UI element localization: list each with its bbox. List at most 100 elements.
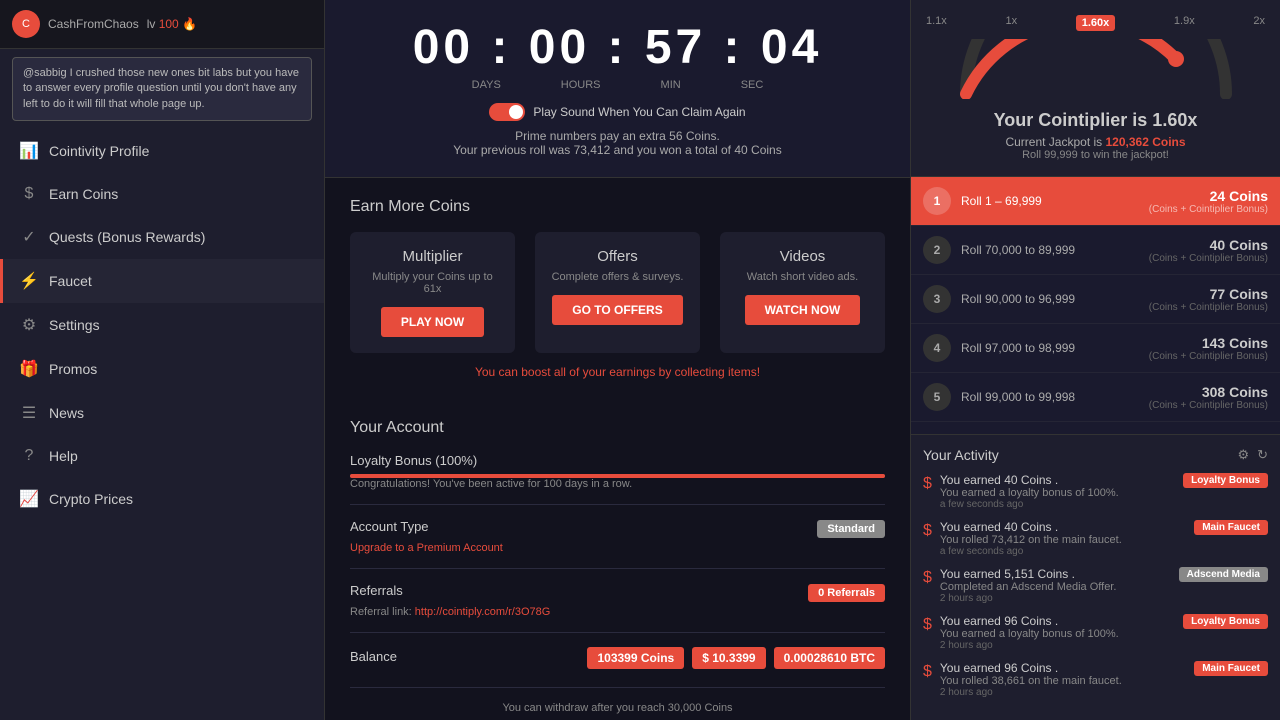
filter-icon[interactable]: ⚙ — [1237, 447, 1249, 463]
timer-seconds: 04 — [761, 21, 822, 74]
activity-text-4: You earned 96 Coins . You earned a loyal… — [940, 614, 1175, 651]
withdraw-note: You can withdraw after you reach 30,000 … — [350, 702, 885, 714]
roll-coins-val-1: 24 Coins — [1149, 188, 1268, 204]
label-min: MIN — [661, 79, 681, 91]
roll-coins-sub-3: (Coins + Cointiplier Bonus) — [1149, 302, 1268, 313]
play-now-button[interactable]: PLAY NOW — [381, 307, 484, 337]
account-type-title: Account Type — [350, 519, 429, 534]
activity-item-3: $ You earned 5,151 Coins . Completed an … — [923, 567, 1268, 604]
nav-label-cointivity: Cointivity Profile — [49, 143, 149, 159]
nav-label-faucet: Faucet — [49, 273, 92, 289]
gauge-label-2: 1x — [1005, 15, 1017, 31]
gift-icon: 🎁 — [19, 359, 39, 379]
loyalty-row: Loyalty Bonus (100%) Congratulations! Yo… — [350, 453, 885, 505]
activity-time-4: 2 hours ago — [940, 640, 1175, 651]
gauge-label-text: Your Cointiplier is 1.60x — [926, 110, 1265, 131]
sidebar-item-quests[interactable]: ✓ Quests (Bonus Rewards) — [0, 215, 324, 259]
roll-coins-2: 40 Coins (Coins + Cointiplier Bonus) — [1149, 237, 1268, 264]
sidebar-item-earn[interactable]: $ Earn Coins — [0, 173, 324, 215]
balance-row: Balance 103399 Coins $ 10.3399 0.0002861… — [350, 647, 885, 688]
offers-desc: Complete offers & surveys. — [551, 271, 684, 283]
roll-coins-sub-2: (Coins + Cointiplier Bonus) — [1149, 253, 1268, 264]
sidebar-item-crypto[interactable]: 📈 Crypto Prices — [0, 477, 324, 521]
gear-icon: ⚙ — [19, 315, 39, 335]
activity-text-1: You earned 40 Coins . You earned a loyal… — [940, 473, 1175, 510]
timer-section: 00 : 00 : 57 : 04 DAYS HOURS MIN SEC Pla… — [325, 0, 910, 178]
activity-text-5: You earned 96 Coins . You rolled 38,661 … — [940, 661, 1186, 698]
activity-main-4: You earned 96 Coins . — [940, 614, 1175, 628]
account-section: Your Account Loyalty Bonus (100%) Congra… — [325, 399, 910, 720]
balance-usd: $ 10.3399 — [692, 647, 765, 669]
sidebar-item-promos[interactable]: 🎁 Promos — [0, 347, 324, 391]
referral-url[interactable]: http://cointiply.com/r/3O78G — [415, 606, 551, 618]
jackpot-info: Current Jackpot is 120,362 Coins — [926, 135, 1265, 149]
timer-minutes: 57 — [645, 21, 706, 74]
dollar-activity-icon-4: $ — [923, 616, 932, 651]
account-type-badge: Standard — [817, 520, 885, 538]
upgrade-link[interactable]: Upgrade to a Premium Account — [350, 542, 885, 554]
label-hours: HOURS — [561, 79, 601, 91]
roll-coins-4: 143 Coins (Coins + Cointiplier Bonus) — [1149, 335, 1268, 362]
roll-coins-val-5: 308 Coins — [1149, 384, 1268, 400]
referral-link[interactable]: Referral link: http://cointiply.com/r/3O… — [350, 606, 885, 618]
faucet-icon: ⚡ — [19, 271, 39, 291]
sidebar-item-cointivity[interactable]: 📊 Cointivity Profile — [0, 129, 324, 173]
activity-desc-5: You rolled 38,661 on the main faucet. — [940, 675, 1186, 687]
roll-row-1: 1 Roll 1 – 69,999 24 Coins (Coins + Coin… — [911, 177, 1280, 226]
roll-row-5: 5 Roll 99,000 to 99,998 308 Coins (Coins… — [911, 373, 1280, 422]
activity-desc-4: You earned a loyalty bonus of 100%. — [940, 628, 1175, 640]
nav-label-news: News — [49, 405, 84, 421]
watch-now-button[interactable]: WATCH NOW — [745, 295, 861, 325]
main-content: 00 : 00 : 57 : 04 DAYS HOURS MIN SEC Pla… — [325, 0, 910, 720]
avatar: C — [12, 10, 40, 38]
roll-row-2: 2 Roll 70,000 to 89,999 40 Coins (Coins … — [911, 226, 1280, 275]
gauge-label-3: 1.9x — [1174, 15, 1195, 31]
nav-label-settings: Settings — [49, 317, 100, 333]
nav-items: 📊 Cointivity Profile $ Earn Coins ✓ Ques… — [0, 129, 324, 720]
activity-badge-3: Adscend Media — [1179, 567, 1268, 582]
timer-days: 00 — [413, 21, 474, 74]
earn-card-multiplier: Multiplier Multiply your Coins up to 61x… — [350, 232, 515, 353]
loyalty-desc: Congratulations! You've been active for … — [350, 478, 885, 490]
roll-range-3: Roll 90,000 to 96,999 — [961, 292, 1149, 306]
account-type-row: Account Type Standard Upgrade to a Premi… — [350, 519, 885, 569]
roll-range-4: Roll 97,000 to 98,999 — [961, 341, 1149, 355]
activity-item-4: $ You earned 96 Coins . You earned a loy… — [923, 614, 1268, 651]
sidebar-item-settings[interactable]: ⚙ Settings — [0, 303, 324, 347]
sidebar-item-faucet[interactable]: ⚡ Faucet — [0, 259, 324, 303]
multiplier-title: Multiplier — [366, 248, 499, 265]
roll-range-1: Roll 1 – 69,999 — [961, 194, 1149, 208]
roll-coins-3: 77 Coins (Coins + Cointiplier Bonus) — [1149, 286, 1268, 313]
activity-text-2: You earned 40 Coins . You rolled 73,412 … — [940, 520, 1186, 557]
sound-toggle[interactable]: Play Sound When You Can Claim Again — [345, 103, 890, 121]
activity-section: Your Activity ⚙ ↻ $ You earned 40 Coins … — [911, 434, 1280, 720]
balance-coins: 103399 Coins — [587, 647, 684, 669]
dollar-activity-icon-1: $ — [923, 475, 932, 510]
account-title: Your Account — [350, 419, 885, 437]
roll-row-4: 4 Roll 97,000 to 98,999 143 Coins (Coins… — [911, 324, 1280, 373]
prev-roll: Your previous roll was 73,412 and you wo… — [345, 143, 890, 157]
roll-coins-1: 24 Coins (Coins + Cointiplier Bonus) — [1149, 188, 1268, 215]
activity-badge-5: Main Faucet — [1194, 661, 1268, 676]
gauge-labels: 1.1x 1x 1.60x 1.9x 2x — [926, 15, 1265, 31]
activity-main-5: You earned 96 Coins . — [940, 661, 1186, 675]
activity-item-5: $ You earned 96 Coins . You rolled 38,66… — [923, 661, 1268, 698]
refresh-icon[interactable]: ↻ — [1257, 447, 1268, 463]
roll-num-5: 5 — [923, 383, 951, 411]
roll-num-4: 4 — [923, 334, 951, 362]
sidebar-item-help[interactable]: ? Help — [0, 435, 324, 477]
gauge-info: Your Cointiplier is 1.60x — [926, 110, 1265, 131]
sidebar-item-news[interactable]: ☰ News — [0, 391, 324, 435]
nav-label-help: Help — [49, 448, 78, 464]
sound-switch[interactable] — [489, 103, 525, 121]
activity-time-5: 2 hours ago — [940, 687, 1186, 698]
earn-more-title: Earn More Coins — [350, 198, 885, 216]
timer-display: 00 : 00 : 57 : 04 — [345, 20, 890, 75]
timer-labels: DAYS HOURS MIN SEC — [345, 79, 890, 91]
earn-card-offers: Offers Complete offers & surveys. GO TO … — [535, 232, 700, 353]
activity-text-3: You earned 5,151 Coins . Completed an Ad… — [940, 567, 1171, 604]
loyalty-title: Loyalty Bonus (100%) — [350, 453, 885, 468]
activity-desc-1: You earned a loyalty bonus of 100%. — [940, 487, 1175, 499]
go-to-offers-button[interactable]: GO TO OFFERS — [552, 295, 682, 325]
sound-label: Play Sound When You Can Claim Again — [533, 105, 745, 119]
